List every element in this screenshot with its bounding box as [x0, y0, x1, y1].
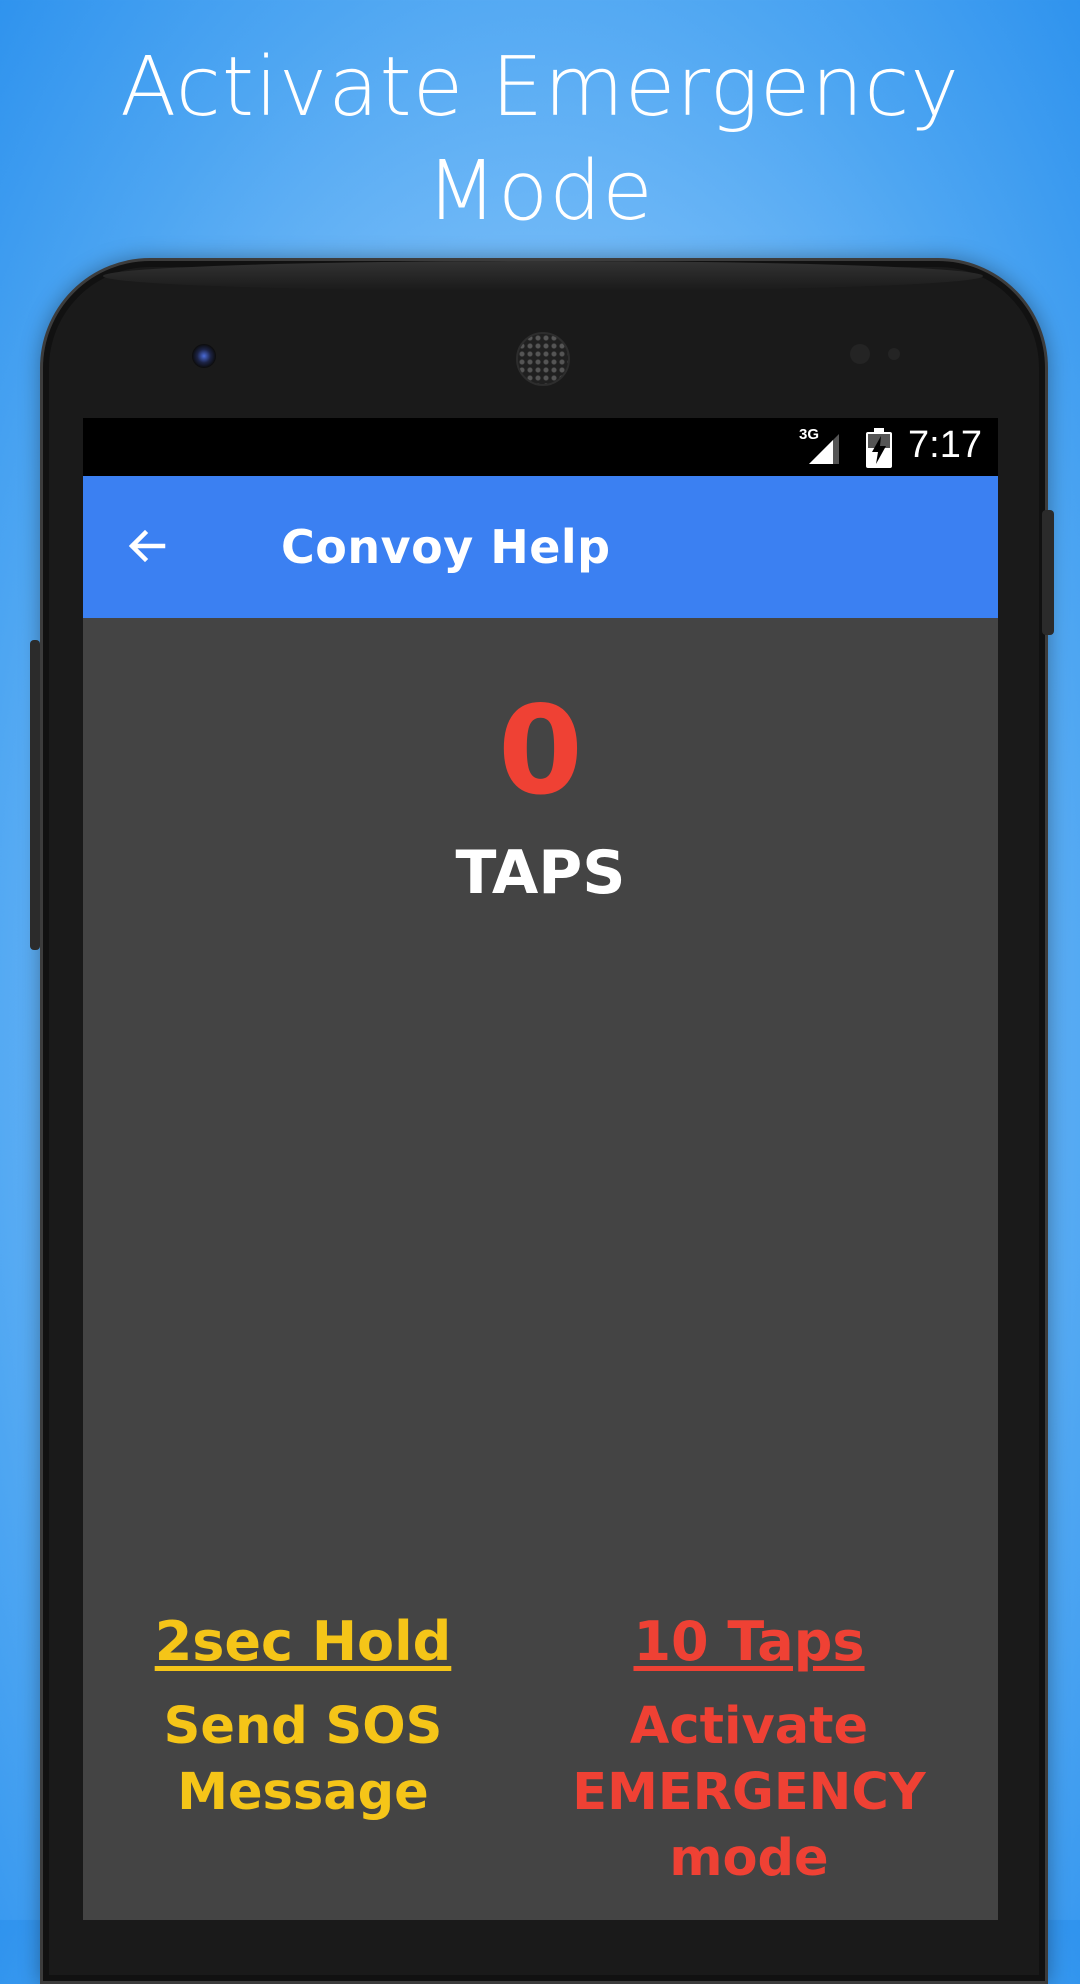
- back-arrow-icon[interactable]: [123, 522, 171, 570]
- hold-hint-line1: Send SOS: [163, 1697, 443, 1756]
- taps-hint: 10 Taps Activate EMERGENCY mode: [529, 1606, 969, 1892]
- app-title: Convoy Help: [281, 520, 611, 574]
- hold-hint: 2sec Hold Send SOS Message: [83, 1606, 523, 1826]
- promo-headline: Activate Emergency Mode: [0, 36, 1080, 244]
- earpiece-speaker-icon: [516, 332, 570, 386]
- light-sensor: [888, 348, 900, 360]
- status-time: 7:17: [908, 424, 982, 466]
- volume-button: [30, 640, 40, 950]
- power-button: [1042, 510, 1054, 635]
- tap-count-value: 0: [498, 680, 583, 822]
- app-bar: Convoy Help: [83, 476, 998, 618]
- front-camera-icon: [192, 344, 216, 368]
- hold-hint-title: 2sec Hold: [154, 1610, 452, 1673]
- tap-count-label: TAPS: [455, 838, 626, 908]
- taps-hint-line3: mode: [669, 1829, 829, 1888]
- signal-icon: [809, 434, 839, 464]
- hold-hint-description: Send SOS Message: [83, 1694, 523, 1826]
- promo-headline-line2: Mode: [426, 144, 654, 239]
- phone-screen: 3G 7:17 Convoy Help 0 TAPS 2sec Hold Sen…: [83, 418, 998, 1920]
- taps-hint-description: Activate EMERGENCY mode: [529, 1694, 969, 1892]
- taps-hint-title: 10 Taps: [633, 1610, 865, 1673]
- status-bar: 3G 7:17: [83, 418, 998, 476]
- phone-top-edge: [103, 261, 983, 291]
- taps-hint-line2: EMERGENCY: [572, 1763, 926, 1822]
- promo-headline-line1: Activate Emergency: [120, 40, 960, 135]
- proximity-sensor: [850, 344, 870, 364]
- taps-hint-line1: Activate: [629, 1697, 869, 1756]
- battery-charging-icon: [866, 428, 892, 468]
- hold-hint-line2: Message: [177, 1763, 429, 1822]
